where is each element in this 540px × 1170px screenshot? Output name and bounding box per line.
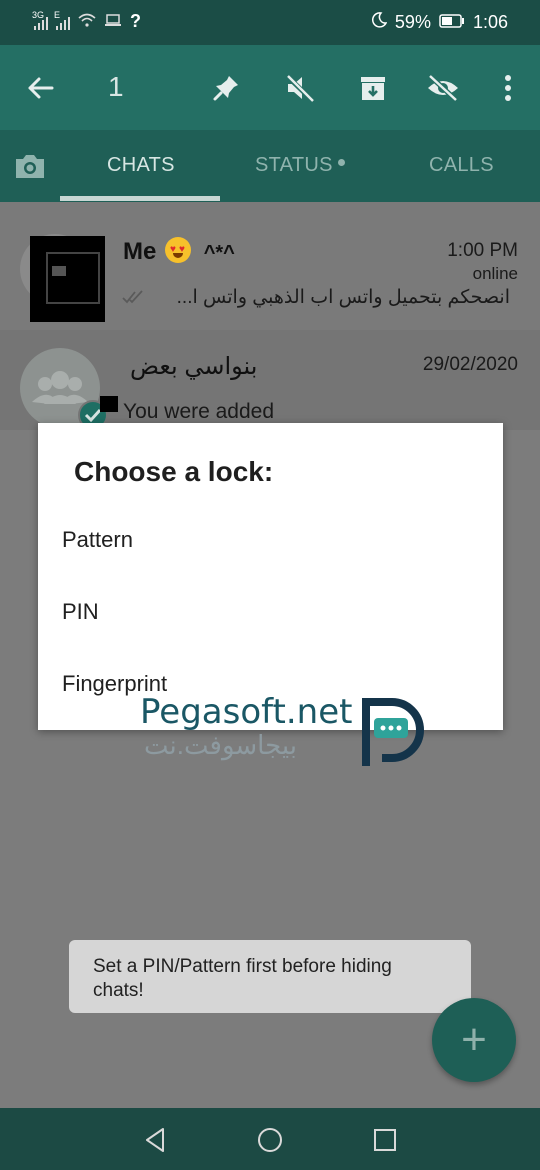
cell-signal-icon: 3G xyxy=(32,10,48,30)
back-arrow-icon[interactable] xyxy=(22,70,58,106)
chat-name-text: Me xyxy=(123,238,157,265)
status-icons-right: 59% 1:06 xyxy=(371,12,508,33)
chat-row[interactable]: بنواسي بعض 29/02/2020 You were added xyxy=(0,330,540,430)
plus-icon: + xyxy=(461,1015,487,1064)
selected-count: 1 xyxy=(108,71,124,102)
watermark: Pegasoft.net بيجاسوفت.نت xyxy=(140,692,440,772)
lock-choice-dialog: Choose a lock: Pattern PIN Fingerprint xyxy=(38,423,503,730)
tab-status-label: STATUS xyxy=(255,154,333,176)
watermark-english: Pegasoft.net xyxy=(140,692,353,732)
nav-back-icon[interactable] xyxy=(140,1125,170,1155)
battery-icon xyxy=(439,12,465,33)
status-dot xyxy=(337,159,345,167)
camera-icon[interactable] xyxy=(14,152,46,185)
pegasoft-logo-icon xyxy=(360,696,428,775)
chat-name: Me ♥ ♥ ^*^ xyxy=(123,237,235,266)
tab-indicator xyxy=(60,196,220,201)
redacted-avatar-block xyxy=(30,236,105,322)
presence-status: online xyxy=(472,264,518,283)
clock: 1:06 xyxy=(472,12,508,32)
more-vert-icon[interactable] xyxy=(490,70,526,106)
option-pin[interactable]: PIN xyxy=(62,599,99,625)
redacted-block xyxy=(100,396,118,412)
pin-icon[interactable] xyxy=(208,70,244,106)
tab-calls[interactable]: CALLS xyxy=(429,154,494,177)
laptop-icon xyxy=(104,11,122,32)
selection-toolbar: 1 xyxy=(0,45,540,130)
double-check-icon xyxy=(122,290,144,309)
archive-icon[interactable] xyxy=(355,70,391,106)
cell-signal-icon-2: E xyxy=(54,10,70,30)
option-pattern[interactable]: Pattern xyxy=(62,527,133,553)
chat-name-suffix: ^*^ xyxy=(203,242,235,264)
hide-icon[interactable] xyxy=(425,70,461,106)
tab-status[interactable]: STATUS xyxy=(255,154,345,177)
tab-chats[interactable]: CHATS xyxy=(107,154,175,177)
new-chat-fab[interactable]: + xyxy=(432,998,516,1082)
mute-icon[interactable] xyxy=(282,70,318,106)
heart-eyes-emoji-icon: ♥ ♥ xyxy=(165,237,192,263)
moon-icon xyxy=(371,12,388,33)
nav-recents-icon[interactable] xyxy=(370,1125,400,1155)
tab-bar: CHATS STATUS CALLS xyxy=(0,130,540,202)
battery-percent: 59% xyxy=(394,12,431,32)
toast-message: Set a PIN/Pattern first before hiding ch… xyxy=(69,940,471,1013)
system-nav-bar xyxy=(0,1108,540,1170)
chat-time: 29/02/2020 xyxy=(422,354,518,375)
chat-row[interactable]: Me ♥ ♥ ^*^ 1:00 PM online انصحكم بتحميل … xyxy=(0,202,540,330)
watermark-arabic: بيجاسوفت.نت xyxy=(144,730,297,760)
last-message: You were added xyxy=(123,400,275,423)
dialog-title: Choose a lock: xyxy=(74,456,274,487)
question-icon: ? xyxy=(130,11,141,31)
chat-time: 1:00 PM xyxy=(447,240,518,261)
last-message: انصحكم بتحميل واتس اب الذهبي واتس ا... xyxy=(176,287,510,308)
wifi-icon xyxy=(78,11,96,32)
status-bar: 3G E ? 59% 1:06 xyxy=(0,0,540,45)
nav-home-icon[interactable] xyxy=(255,1125,285,1155)
chat-name: بنواسي بعض xyxy=(130,353,258,380)
status-icons-left: 3G E ? xyxy=(32,10,141,32)
